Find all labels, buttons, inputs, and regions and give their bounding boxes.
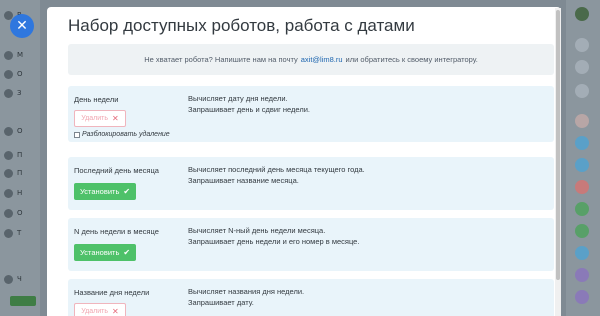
settings-icon[interactable] [575,60,589,74]
background-sidebar: В М О З О П П Н О Т Ч [0,0,40,316]
bg-sidebar-item: О [4,124,34,138]
channel-icon[interactable] [575,268,589,282]
install-button[interactable]: Установить ✔ [74,244,137,261]
robot-desc-line: Запрашивает дату. [188,298,254,307]
robot-card-weekday: День недели Вычисляет дату дня недели. З… [68,86,554,142]
bg-sidebar-item: П [4,148,34,162]
delete-button-label: Удалить [81,308,109,315]
check-icon: ✔ [123,248,131,257]
close-slider-button[interactable]: ✕ [10,14,34,38]
robot-description: Вычисляет названия дня недели. Запрашива… [188,286,304,308]
bg-item-icon [4,208,13,218]
robot-description: Вычисляет последний день месяца текущего… [188,164,365,186]
robot-name: Последний день месяца [74,166,159,175]
bell-icon[interactable] [575,38,589,52]
bg-item-icon [4,150,13,160]
bg-item-icon [4,69,13,79]
search-icon[interactable] [575,84,589,98]
robot-desc-line: Вычисляет названия дня недели. [188,287,305,296]
robot-card-last-day-of-month: Последний день месяца Вычисляет последни… [68,157,554,210]
bg-item-icon [4,88,13,98]
unlock-delete-label[interactable]: Разблокировать удаление [82,131,170,138]
chat-icon[interactable] [575,136,589,150]
delete-button[interactable]: Удалить ✕ [74,110,126,127]
robot-name: День недели [74,95,119,104]
robot-card-nth-weekday: N день недели в месяце Вычисляет N-ный д… [68,218,554,271]
scrollbar-thumb[interactable] [556,10,560,280]
notice-banner: Не хватает робота? Напишите нам на почту… [68,44,554,75]
close-icon: ✕ [112,307,119,316]
close-icon: ✕ [16,18,28,34]
robot-name: Название дня недели [74,288,150,297]
contact-badge-icon[interactable] [575,180,589,194]
bg-sidebar-item: Ч [4,272,34,286]
robots-modal: Набор доступных роботов, работа с датами… [47,7,561,316]
bg-item-icon [4,274,13,284]
bg-green-button [10,296,36,306]
bg-sidebar-item: Н [4,186,34,200]
delete-button[interactable]: Удалить ✕ [74,303,126,316]
close-icon: ✕ [112,114,119,123]
robot-desc-line: Запрашивает день и сдвиг недели. [188,105,310,114]
robot-description: Вычисляет N-ный день недели месяца. Запр… [188,225,359,247]
robot-desc-line: Вычисляет последний день месяца текущего… [188,165,365,174]
unlock-delete-checkbox[interactable] [74,131,80,138]
robot-desc-line: Вычисляет N-ный день недели месяца. [188,226,326,235]
user-avatar-icon[interactable] [575,7,589,21]
bg-item-icon [4,168,13,178]
robot-description: Вычисляет дату дня недели. Запрашивает д… [188,93,310,115]
group-chat-icon[interactable] [575,224,589,238]
unlock-delete-row: Разблокировать удаление [74,131,170,138]
delete-button-label: Удалить [81,115,109,122]
bg-sidebar-item: М [4,48,34,62]
notice-email-link[interactable]: axit@lim8.ru [301,55,343,64]
robot-card-weekday-name: Название дня недели Вычисляет названия д… [68,279,554,316]
bg-item-icon [4,126,13,136]
bg-sidebar-item: Т [4,226,34,240]
bg-item-icon [4,188,13,198]
robot-name: N день недели в месяце [74,227,159,236]
install-button-label: Установить [80,187,120,196]
bg-item-icon [4,50,13,60]
contact-avatar-icon[interactable] [575,114,589,128]
video-call-icon[interactable] [575,202,589,216]
modal-title: Набор доступных роботов, работа с датами [68,16,415,35]
bg-sidebar-item: З [4,86,34,100]
notice-text: Не хватает робота? Напишите нам на почту [144,55,298,64]
video-icon[interactable] [575,158,589,172]
right-rail [566,0,600,316]
check-icon: ✔ [123,187,131,196]
install-button[interactable]: Установить ✔ [74,183,137,200]
camera-icon[interactable] [575,246,589,260]
install-button-label: Установить [80,248,120,257]
notice-text-end: или обратитесь к своему интегратору. [345,55,478,64]
bg-sidebar-item: П [4,166,34,180]
bg-item-icon [4,228,13,238]
bg-sidebar-item: О [4,67,34,81]
open-channel-icon[interactable] [575,290,589,304]
bg-sidebar-item: О [4,206,34,220]
robot-desc-line: Запрашивает день недели и его номер в ме… [188,237,360,246]
robot-desc-line: Вычисляет дату дня недели. [188,94,288,103]
robot-desc-line: Запрашивает название месяца. [188,176,299,185]
